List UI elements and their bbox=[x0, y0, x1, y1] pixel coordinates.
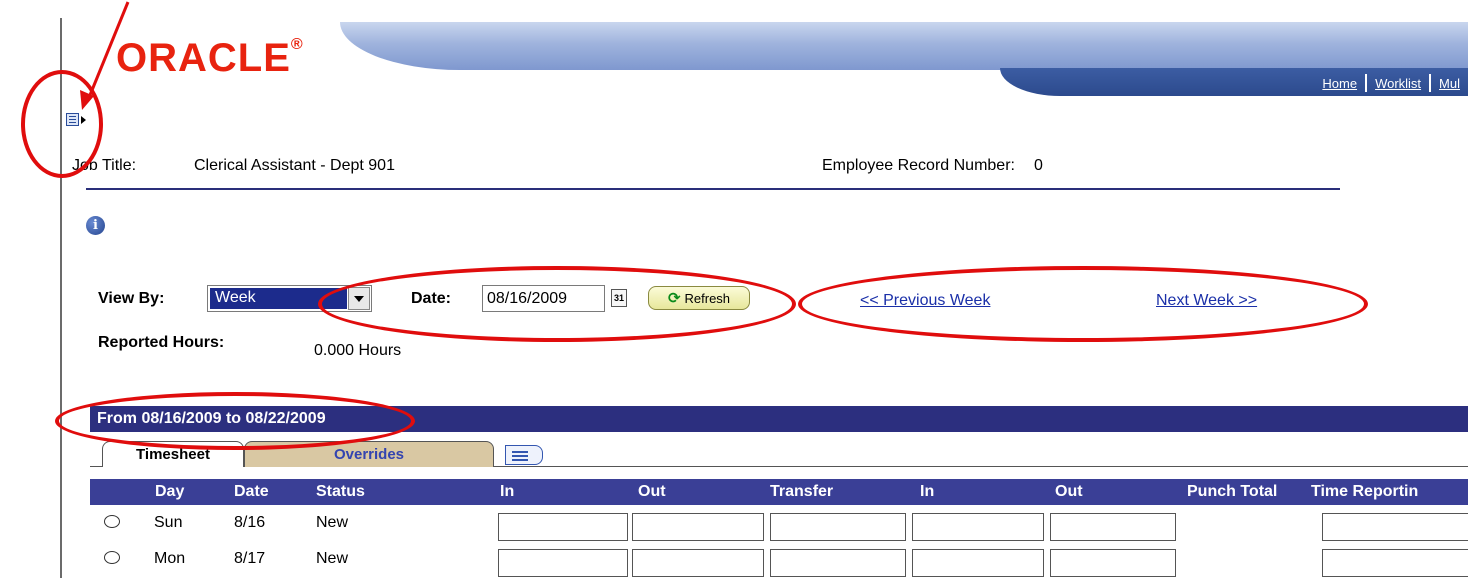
show-all-columns-icon[interactable] bbox=[505, 445, 543, 465]
out-time-input-2[interactable] bbox=[1050, 549, 1176, 577]
row-status: New bbox=[316, 514, 349, 531]
transfer-input[interactable] bbox=[770, 513, 906, 541]
reported-hours-label: Reported Hours: bbox=[98, 334, 225, 351]
refresh-button[interactable]: ⟳ Refresh bbox=[648, 286, 750, 310]
column-header-punch-total: Punch Total bbox=[1187, 483, 1278, 500]
next-week-link[interactable]: Next Week >> bbox=[1156, 292, 1257, 310]
menu-list-icon[interactable] bbox=[66, 113, 79, 126]
nav-worklist-link[interactable]: Worklist bbox=[1367, 76, 1429, 91]
employee-record-value: 0 bbox=[1034, 157, 1043, 174]
column-header-day: Day bbox=[155, 483, 185, 500]
view-by-label: View By: bbox=[98, 290, 165, 307]
employee-record-label: Employee Record Number: bbox=[822, 157, 1015, 174]
date-range-band: From 08/16/2009 to 08/22/2009 bbox=[90, 406, 1468, 432]
header-divider bbox=[86, 188, 1340, 190]
nav-multichannel-link[interactable]: Mul bbox=[1431, 76, 1468, 91]
out-time-input[interactable] bbox=[632, 513, 764, 541]
transfer-input[interactable] bbox=[770, 549, 906, 577]
oracle-logo-text: ORACLE bbox=[116, 36, 291, 80]
view-by-selected-value[interactable]: Week bbox=[210, 288, 347, 309]
column-header-in-2: In bbox=[920, 483, 935, 500]
in-time-input[interactable] bbox=[498, 549, 628, 577]
header-nav: Home Worklist Mul bbox=[1314, 72, 1468, 94]
time-reporting-code-input[interactable] bbox=[1322, 513, 1468, 541]
chevron-down-icon[interactable] bbox=[348, 287, 370, 310]
job-title-label: Job Title: bbox=[72, 157, 137, 174]
calendar-icon[interactable]: 31 bbox=[611, 289, 627, 307]
annotation-arrow bbox=[80, 1, 130, 110]
column-header-in: In bbox=[500, 483, 515, 500]
out-time-input[interactable] bbox=[632, 549, 764, 577]
expand-arrow-icon[interactable] bbox=[81, 115, 86, 124]
table-row: Mon 8/17 New bbox=[90, 541, 1468, 577]
in-time-input[interactable] bbox=[498, 513, 628, 541]
table-row: Sun 8/16 New bbox=[90, 505, 1468, 541]
tab-timesheet[interactable]: Timesheet bbox=[102, 441, 244, 467]
job-title-value: Clerical Assistant - Dept 901 bbox=[194, 157, 395, 174]
row-day: Mon bbox=[154, 550, 186, 567]
row-day: Sun bbox=[154, 514, 183, 531]
left-frame-line bbox=[60, 18, 62, 578]
menu-toggle[interactable] bbox=[66, 113, 86, 126]
column-header-out: Out bbox=[638, 483, 666, 500]
reported-hours-value: 0.000 Hours bbox=[314, 342, 402, 359]
oracle-logo: ORACLE® bbox=[116, 36, 304, 81]
header-banner bbox=[340, 22, 1468, 70]
grid-header: Day Date Status In Out Transfer In Out P… bbox=[90, 479, 1468, 505]
info-icon[interactable]: i bbox=[86, 216, 105, 235]
nav-home-link[interactable]: Home bbox=[1314, 76, 1365, 91]
column-header-date: Date bbox=[234, 483, 269, 500]
in-time-input-2[interactable] bbox=[912, 513, 1044, 541]
row-status: New bbox=[316, 550, 349, 567]
out-time-input-2[interactable] bbox=[1050, 513, 1176, 541]
comment-icon[interactable] bbox=[104, 515, 120, 528]
previous-week-link[interactable]: << Previous Week bbox=[860, 292, 990, 310]
row-date: 8/17 bbox=[234, 550, 266, 567]
view-by-dropdown[interactable]: Week bbox=[207, 285, 372, 312]
column-header-time-reporting: Time Reportin bbox=[1311, 483, 1419, 500]
oracle-logo-mark: ® bbox=[290, 36, 304, 53]
refresh-label: Refresh bbox=[684, 290, 731, 306]
tab-overrides[interactable]: Overrides bbox=[244, 441, 494, 467]
time-reporting-code-input[interactable] bbox=[1322, 549, 1468, 577]
date-label: Date: bbox=[411, 290, 452, 307]
column-header-transfer: Transfer bbox=[770, 483, 834, 500]
date-input[interactable]: 08/16/2009 bbox=[482, 285, 605, 312]
column-header-out-2: Out bbox=[1055, 483, 1083, 500]
comment-icon[interactable] bbox=[104, 551, 120, 564]
in-time-input-2[interactable] bbox=[912, 549, 1044, 577]
column-header-status: Status bbox=[316, 483, 365, 500]
row-date: 8/16 bbox=[234, 514, 266, 531]
refresh-icon: ⟳ bbox=[667, 290, 681, 307]
